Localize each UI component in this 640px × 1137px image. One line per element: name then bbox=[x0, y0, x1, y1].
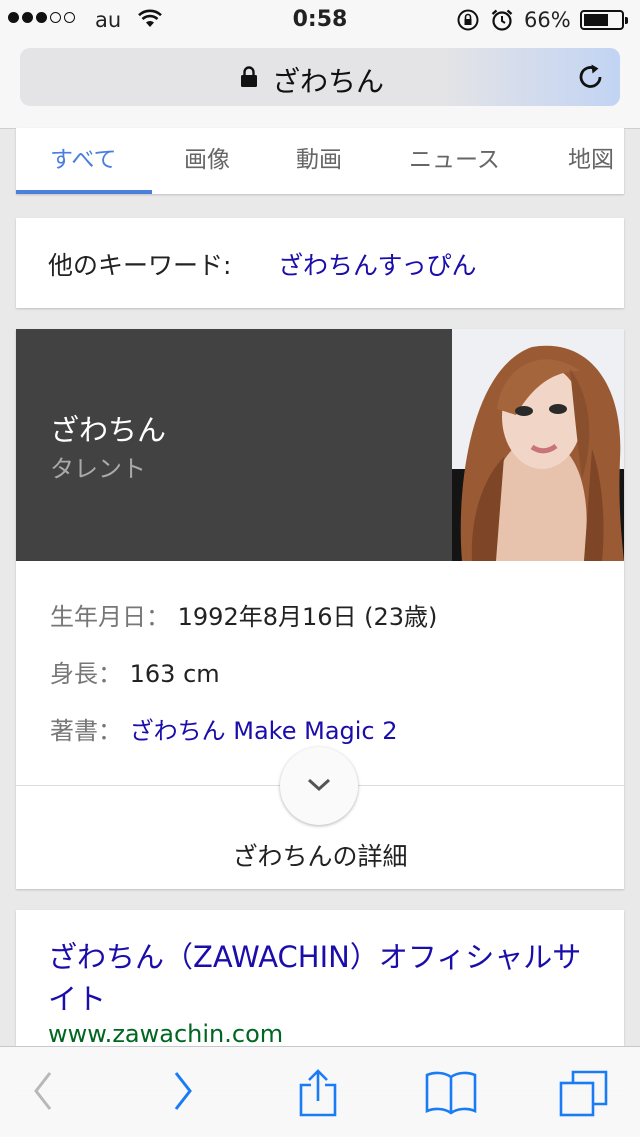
result-url: www.zawachin.com bbox=[48, 1020, 284, 1048]
related-keywords-label: 他のキーワード: bbox=[48, 251, 232, 280]
expand-details-button[interactable] bbox=[280, 747, 358, 825]
related-keyword-link[interactable]: ざわちんすっぴん bbox=[278, 246, 477, 282]
fact-value: 1992年8月16日 (23歳) bbox=[177, 603, 438, 631]
reload-icon[interactable] bbox=[576, 62, 606, 96]
related-keywords-card: 他のキーワード: ざわちんすっぴん bbox=[16, 218, 624, 308]
battery-level-fill bbox=[584, 14, 608, 26]
portrait-image bbox=[452, 329, 624, 561]
entity-photo[interactable] bbox=[452, 329, 624, 561]
fact-book-link[interactable]: ざわちん Make Magic 2 bbox=[130, 717, 398, 745]
battery-percent: 66% bbox=[524, 8, 571, 32]
tabs-icon[interactable] bbox=[558, 1069, 610, 1121]
fact-birthdate: 生年月日： 1992年8月16日 (23歳) bbox=[50, 597, 437, 632]
entity-type: タレント bbox=[50, 455, 146, 483]
back-icon[interactable] bbox=[30, 1069, 56, 1117]
fact-height: 身長： 163 cm bbox=[50, 654, 220, 689]
address-bar[interactable]: ざわちん bbox=[20, 48, 620, 106]
fact-label: 身長： bbox=[50, 660, 122, 688]
alarm-icon bbox=[490, 8, 514, 37]
rotation-lock-icon bbox=[456, 8, 480, 37]
tab-images[interactable]: 画像 bbox=[184, 140, 230, 174]
browser-top-bar: au 0:58 66% ざわちん bbox=[0, 0, 640, 129]
search-tabs: すべて 画像 動画 ニュース 地図 bbox=[16, 128, 624, 194]
tab-news[interactable]: ニュース bbox=[409, 140, 500, 174]
fact-label: 著書： bbox=[50, 717, 122, 745]
more-details-link[interactable]: ざわちんの詳細 bbox=[16, 837, 624, 873]
lock-icon bbox=[240, 66, 258, 92]
tab-maps[interactable]: 地図 bbox=[568, 140, 614, 174]
knowledge-panel-header: ざわちん タレント bbox=[16, 329, 452, 561]
result-title-link[interactable]: ざわちん（ZAWACHIN）オフィシャルサイト bbox=[48, 936, 588, 1020]
tab-all[interactable]: すべて bbox=[50, 140, 116, 174]
knowledge-panel: ざわちん タレント 生年月日： 1992年8月16日 (23歳) 身長： 163… bbox=[16, 329, 624, 889]
share-icon[interactable] bbox=[298, 1069, 338, 1123]
fact-label: 生年月日： bbox=[50, 603, 170, 631]
active-tab-indicator bbox=[16, 190, 152, 194]
forward-icon[interactable] bbox=[170, 1069, 196, 1117]
bookmarks-icon[interactable] bbox=[424, 1069, 478, 1119]
status-bar: au 0:58 66% bbox=[0, 0, 640, 40]
battery-icon bbox=[580, 10, 628, 30]
fact-books: 著書： ざわちん Make Magic 2 bbox=[50, 711, 398, 746]
chevron-down-icon bbox=[307, 778, 331, 792]
browser-toolbar bbox=[0, 1046, 640, 1137]
entity-name: ざわちん bbox=[50, 413, 167, 447]
address-title: ざわちん bbox=[272, 65, 385, 98]
tab-videos[interactable]: 動画 bbox=[296, 140, 342, 174]
fact-value: 163 cm bbox=[129, 660, 220, 688]
